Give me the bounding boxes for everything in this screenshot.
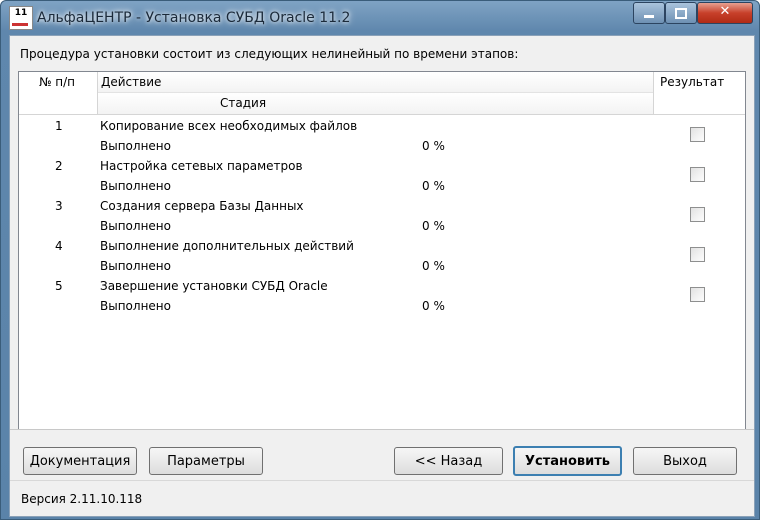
row-num: 4 [55,239,63,253]
documentation-button[interactable]: Документация [23,447,137,475]
row-num: 3 [55,199,63,213]
app-icon: 11 [9,6,33,30]
client-area: Процедура установки состоит из следующих… [9,35,755,517]
result-checkbox[interactable] [690,287,705,302]
minimize-button[interactable] [633,2,665,24]
close-button[interactable]: ✕ [697,2,753,24]
result-checkbox[interactable] [690,167,705,182]
window-title: АльфаЦЕНТР - Установка СУБД Oracle 11.2 [37,10,351,26]
header-stage[interactable]: Стадия [98,93,653,114]
table-row[interactable]: 4 Выполнение дополнительных действий Вып… [19,235,745,275]
title-bar[interactable]: 11 АльфаЦЕНТР - Установка СУБД Oracle 11… [1,1,759,35]
header-result[interactable]: Результат [653,72,746,114]
row-percent: 0 % [422,139,445,153]
install-button[interactable]: Установить [513,446,622,476]
row-status: Выполнено [100,219,171,233]
stages-table[interactable]: № п/п Действие Стадия Результат 1 Копиро… [18,71,746,430]
row-percent: 0 % [422,219,445,233]
row-status: Выполнено [100,259,171,273]
divider [10,429,754,430]
table-header: № п/п Действие Стадия Результат [19,72,745,115]
table-row[interactable]: 5 Завершение установки СУБД Oracle Выпол… [19,275,745,315]
row-status: Выполнено [100,299,171,313]
maximize-button[interactable] [665,2,697,24]
row-percent: 0 % [422,259,445,273]
exit-button[interactable]: Выход [633,447,737,475]
row-num: 2 [55,159,63,173]
row-action: Копирование всех необходимых файлов [100,119,358,133]
intro-text: Процедура установки состоит из следующих… [20,47,519,61]
row-action: Создания сервера Базы Данных [100,199,304,213]
table-row[interactable]: 1 Копирование всех необходимых файлов Вы… [19,115,745,155]
row-percent: 0 % [422,299,445,313]
minimize-icon [644,15,654,18]
back-button[interactable]: << Назад [394,447,503,475]
row-num: 5 [55,279,63,293]
row-status: Выполнено [100,139,171,153]
installer-window: 11 АльфаЦЕНТР - Установка СУБД Oracle 11… [0,0,760,520]
parameters-button[interactable]: Параметры [149,447,263,475]
row-action: Настройка сетевых параметров [100,159,303,173]
close-icon: ✕ [719,4,731,19]
header-action[interactable]: Действие [98,72,653,93]
row-action: Выполнение дополнительных действий [100,239,354,253]
row-percent: 0 % [422,179,445,193]
row-num: 1 [55,119,63,133]
row-action: Завершение установки СУБД Oracle [100,279,328,293]
status-divider [10,480,754,481]
version-label: Версия 2.11.10.118 [21,492,143,506]
table-row[interactable]: 3 Создания сервера Базы Данных Выполнено… [19,195,745,235]
table-row[interactable]: 2 Настройка сетевых параметров Выполнено… [19,155,745,195]
maximize-icon [675,8,687,19]
row-status: Выполнено [100,179,171,193]
result-checkbox[interactable] [690,207,705,222]
result-checkbox[interactable] [690,127,705,142]
header-num[interactable]: № п/п [19,72,98,114]
result-checkbox[interactable] [690,247,705,262]
